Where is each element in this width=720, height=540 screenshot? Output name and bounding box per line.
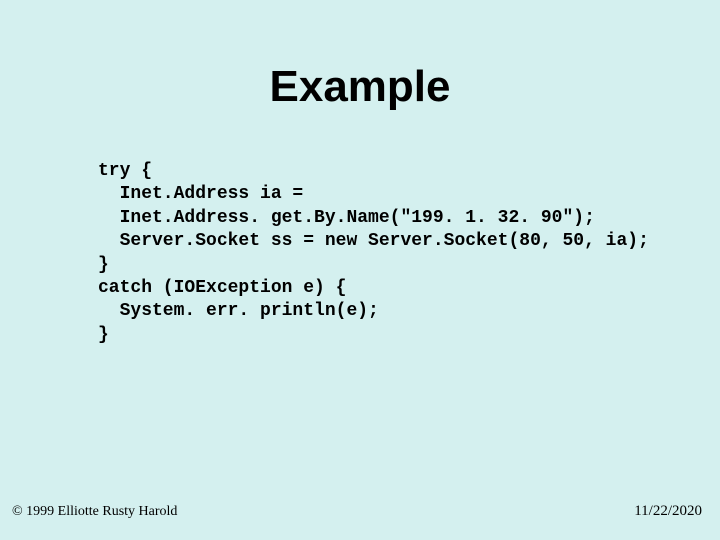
date-text: 11/22/2020	[634, 503, 702, 520]
copyright-text: © 1999 Elliotte Rusty Harold	[12, 504, 177, 520]
slide-title: Example	[0, 62, 720, 112]
code-block: try { Inet.Address ia = Inet.Address. ge…	[98, 160, 649, 347]
slide: Example try { Inet.Address ia = Inet.Add…	[0, 0, 720, 540]
